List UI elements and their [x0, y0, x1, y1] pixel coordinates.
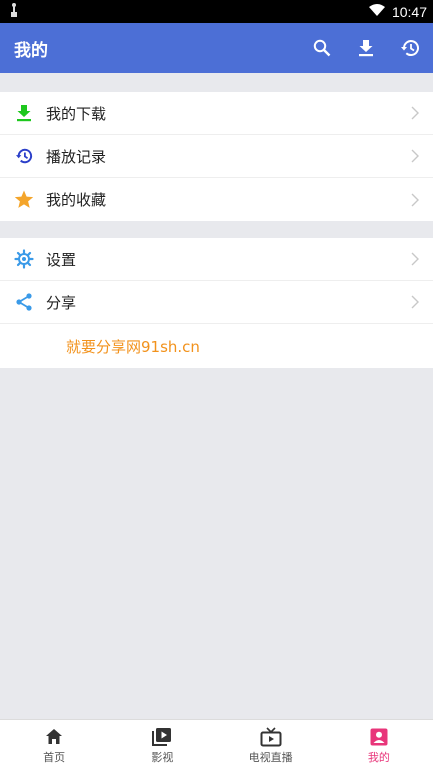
- status-time: 10:47: [391, 3, 427, 20]
- share-icon: [14, 292, 34, 312]
- menu-item-label: 分享: [46, 293, 77, 312]
- menu-item-label: 设置: [46, 250, 77, 269]
- page-title: 我的: [14, 40, 48, 61]
- chevron-right-icon: [409, 148, 421, 164]
- menu-item-label: 我的下载: [46, 104, 107, 123]
- video-icon: [151, 727, 173, 747]
- menu-item-favorites[interactable]: 我的收藏: [0, 178, 433, 221]
- nav-label: 我的: [367, 750, 390, 764]
- download-icon: [14, 103, 34, 123]
- nav-item-video[interactable]: 影视: [108, 720, 216, 771]
- app-bar: 我的: [0, 23, 433, 73]
- chevron-right-icon: [409, 192, 421, 208]
- search-icon[interactable]: [311, 37, 333, 59]
- profile-icon: [368, 727, 390, 747]
- chevron-right-icon: [409, 105, 421, 121]
- nav-item-home[interactable]: 首页: [0, 720, 108, 771]
- menu-item-settings[interactable]: 设置: [0, 238, 433, 281]
- menu-group-2: 设置 分享 就要分享网91sh.cn: [0, 238, 433, 368]
- gear-icon: [14, 249, 34, 269]
- wifi-icon: [368, 2, 386, 21]
- bottom-nav: 首页 影视 电视直播 我的: [0, 719, 433, 771]
- history-icon: [14, 146, 34, 166]
- home-icon: [43, 727, 65, 747]
- menu-item-share[interactable]: 分享: [0, 281, 433, 324]
- history-icon[interactable]: [399, 37, 421, 59]
- tv-icon: [260, 726, 282, 747]
- nav-label: 电视直播: [248, 750, 293, 764]
- nav-item-profile[interactable]: 我的: [325, 720, 433, 771]
- star-icon: [14, 190, 34, 210]
- promo-row[interactable]: 就要分享网91sh.cn: [0, 324, 433, 368]
- nav-item-tv-live[interactable]: 电视直播: [217, 720, 325, 771]
- chevron-right-icon: [409, 251, 421, 267]
- notification-icon: [8, 2, 20, 21]
- nav-label: 影视: [151, 750, 174, 764]
- menu-item-history[interactable]: 播放记录: [0, 135, 433, 178]
- nav-label: 首页: [43, 750, 66, 764]
- menu-item-label: 播放记录: [46, 147, 107, 166]
- menu-item-label: 我的收藏: [46, 191, 107, 209]
- status-bar: 10:47: [0, 0, 433, 23]
- menu-group-1: 我的下载 播放记录 我的收藏: [0, 92, 433, 221]
- promo-text[interactable]: 就要分享网91sh.cn: [66, 336, 200, 357]
- chevron-right-icon: [409, 294, 421, 310]
- menu-item-downloads[interactable]: 我的下载: [0, 92, 433, 135]
- download-icon[interactable]: [355, 37, 377, 59]
